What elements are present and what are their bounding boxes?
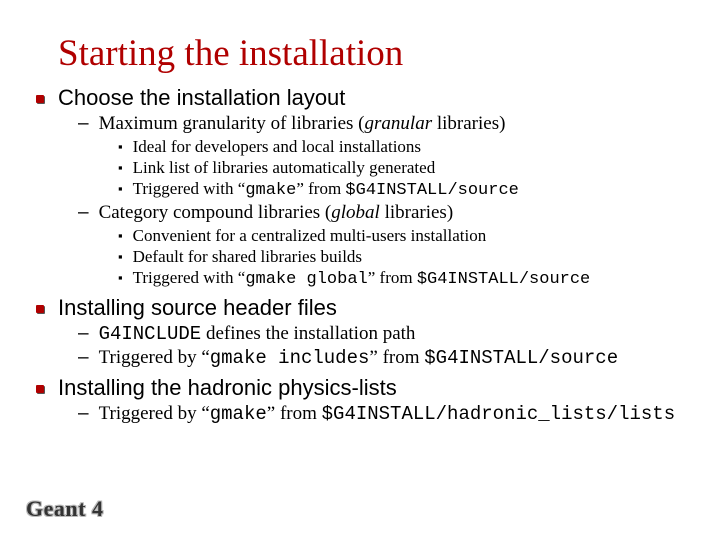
bullet-level2: Category compound libraries (global libr… [78,202,690,224]
sub-list: G4INCLUDE defines the installation pathT… [78,323,690,369]
bullet-level3: Default for shared libraries builds [118,247,690,267]
bullet-level3: Triggered with “gmake global” from $G4IN… [118,268,690,289]
bullet-icon [36,95,46,105]
bullet-level1: Installing the hadronic physics-lists [30,375,690,401]
bullet-level2: Maximum granularity of libraries (granul… [78,113,690,135]
content-list: Choose the installation layoutMaximum gr… [30,85,690,425]
bullet-icon [36,385,46,395]
bullet-text: Triggered with “gmake” from $G4INSTALL/s… [133,179,519,200]
bullet-text: Installing the hadronic physics-lists [58,375,397,401]
bullet-level1: Installing source header files [30,295,690,321]
bullet-text: Choose the installation layout [58,85,345,111]
bullet-text: Convenient for a centralized multi-users… [133,226,487,246]
bullet-text: Category compound libraries (global libr… [99,202,454,224]
bullet-text: Ideal for developers and local installat… [133,137,421,157]
bullet-level2: G4INCLUDE defines the installation path [78,323,690,345]
bullet-icon [36,305,46,315]
footer-logo: Geant 4 [26,496,103,522]
bullet-text: Installing source header files [58,295,337,321]
slide-title: Starting the installation [58,32,690,75]
bullet-level2: Triggered by “gmake includes” from $G4IN… [78,347,690,369]
sub-list: Triggered by “gmake” from $G4INSTALL/had… [78,403,690,425]
sub-sub-list: Ideal for developers and local installat… [118,137,690,200]
bullet-level3: Convenient for a centralized multi-users… [118,226,690,246]
bullet-text: Triggered by “gmake” from $G4INSTALL/had… [99,403,676,425]
bullet-text: Triggered by “gmake includes” from $G4IN… [99,347,619,369]
bullet-level1: Choose the installation layout [30,85,690,111]
bullet-text: Triggered with “gmake global” from $G4IN… [133,268,591,289]
slide: Starting the installation Choose the ins… [0,0,720,540]
bullet-level3: Ideal for developers and local installat… [118,137,690,157]
bullet-level2: Triggered by “gmake” from $G4INSTALL/had… [78,403,690,425]
bullet-text: Default for shared libraries builds [133,247,362,267]
bullet-level3: Triggered with “gmake” from $G4INSTALL/s… [118,179,690,200]
bullet-text: G4INCLUDE defines the installation path [99,323,416,345]
sub-sub-list: Convenient for a centralized multi-users… [118,226,690,289]
bullet-text: Maximum granularity of libraries (granul… [99,113,506,135]
bullet-level3: Link list of libraries automatically gen… [118,158,690,178]
sub-list: Maximum granularity of libraries (granul… [78,113,690,289]
bullet-text: Link list of libraries automatically gen… [133,158,436,178]
